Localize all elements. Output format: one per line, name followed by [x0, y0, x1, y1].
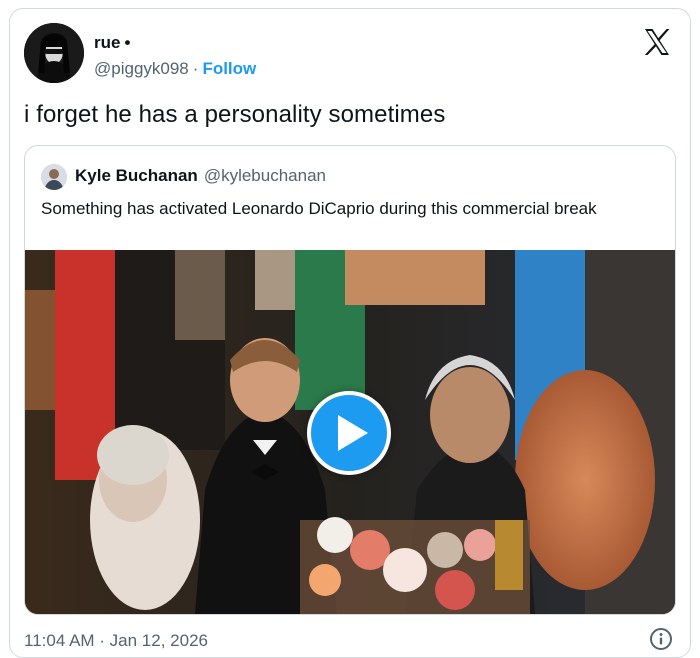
- quote-author-handle[interactable]: @kylebuchanan: [204, 166, 326, 185]
- play-icon: [338, 415, 368, 451]
- author-handle-row: @piggyk098 · Follow: [94, 59, 256, 79]
- info-icon[interactable]: [648, 626, 674, 652]
- author-handle[interactable]: @piggyk098: [94, 59, 189, 78]
- tweet-timestamp[interactable]: 11:04 AM · Jan 12, 2026: [24, 631, 208, 651]
- quoted-tweet[interactable]: Kyle Buchanan @kylebuchanan Something has…: [24, 145, 676, 615]
- tweet-card: rue • @piggyk098 · Follow i forget he has a…: [9, 8, 691, 658]
- play-button[interactable]: [307, 391, 391, 475]
- video-thumbnail[interactable]: [25, 250, 675, 614]
- separator: ·: [192, 59, 199, 78]
- quote-text: Something has activated Leonardo DiCapri…: [41, 199, 597, 218]
- quote-author-name[interactable]: Kyle Buchanan: [75, 166, 198, 185]
- follow-button[interactable]: Follow: [202, 59, 256, 78]
- quote-avatar[interactable]: [41, 164, 67, 190]
- author-name-row[interactable]: rue •: [94, 33, 130, 53]
- author-name[interactable]: rue: [94, 33, 120, 52]
- avatar[interactable]: [24, 23, 84, 83]
- author-dot: •: [124, 33, 131, 52]
- quote-author-row[interactable]: Kyle Buchanan @kylebuchanan: [75, 166, 326, 186]
- x-logo-icon[interactable]: [642, 27, 672, 57]
- tweet-text: i forget he has a personality sometimes: [24, 101, 446, 128]
